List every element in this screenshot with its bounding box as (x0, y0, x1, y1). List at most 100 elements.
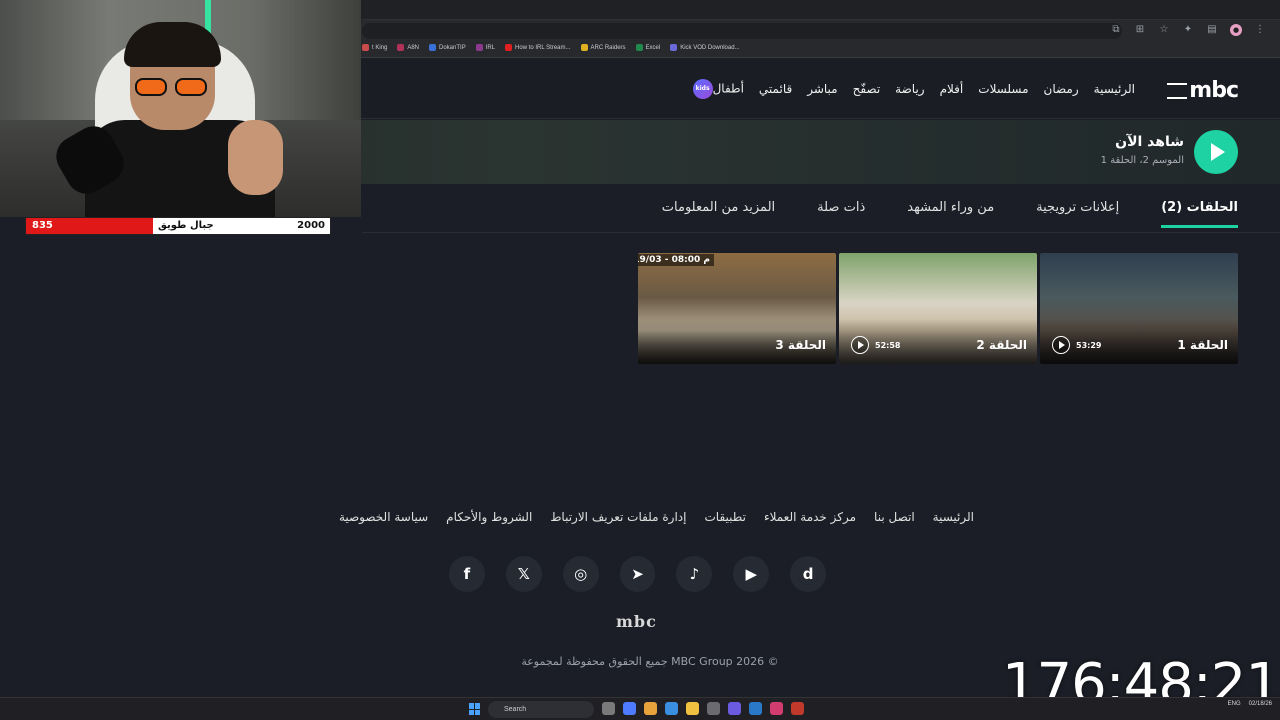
episode-duration: 53:29 (1076, 341, 1102, 350)
bookmark-favicon-icon (635, 44, 643, 51)
nav-series[interactable]: مسلسلات (978, 82, 1028, 96)
task-view-icon[interactable] (602, 702, 615, 715)
kids-badge: kids (692, 79, 713, 99)
play-now-button[interactable] (1194, 130, 1238, 174)
bookmark-label: IRL (485, 44, 496, 51)
menu-icon[interactable]: ⋮ (1254, 24, 1266, 36)
bookmark-favicon-icon (670, 44, 678, 51)
nav-kids[interactable]: kids أطفال (689, 79, 744, 99)
bookmark-item[interactable]: IRL (475, 44, 496, 51)
shahid-icon[interactable]: d (790, 556, 826, 592)
address-bar-field[interactable] (362, 23, 1122, 39)
sidebar-icon[interactable]: ▤ (1206, 24, 1218, 36)
episode-card-1[interactable]: الحلقة 1 53:29 (1040, 253, 1238, 364)
copilot-icon[interactable] (623, 702, 636, 715)
nav-live[interactable]: مباشر (807, 82, 837, 96)
goal-progress-bar: 835 جبال طويق 2000 (25, 217, 331, 235)
tab-more-info[interactable]: المزيد من المعلومات (662, 200, 775, 228)
bookmark-favicon-icon (505, 44, 513, 51)
footer-links: الرئيسية اتصل بنا مركز خدمة العملاء تطبي… (339, 510, 974, 524)
store-icon[interactable] (707, 702, 720, 715)
streamer-hand (228, 120, 283, 195)
streamer-hair (124, 22, 221, 67)
profile-avatar[interactable]: ● (1230, 24, 1242, 36)
nav-ramadan[interactable]: رمضان (1044, 82, 1079, 96)
obs-icon[interactable] (791, 702, 804, 715)
episode-duration: 52:58 (875, 341, 901, 350)
puzzle-icon[interactable]: ✦ (1182, 24, 1194, 36)
bookmark-label: Excel (645, 44, 661, 51)
play-icon[interactable] (851, 336, 869, 354)
mbc-logo[interactable]: mbc (1167, 78, 1239, 103)
file-explorer-icon[interactable] (686, 702, 699, 715)
tiktok-icon[interactable]: ♪ (676, 556, 713, 592)
bookmark-star-icon[interactable]: ☆ (1158, 24, 1170, 36)
tab-promos[interactable]: إعلانات ترويجية (1036, 200, 1119, 228)
watch-now-subtitle: الموسم 2، الحلقة 1 (1100, 155, 1184, 166)
bookmark-favicon-icon (429, 44, 437, 51)
chrome-icon[interactable] (644, 702, 657, 715)
youtube-icon[interactable]: ▶ (733, 556, 770, 592)
social-links: d ▶ ♪ ➤ ◎ 𝕏f (448, 556, 826, 592)
footer-link-home[interactable]: الرئيسية (933, 510, 974, 524)
bookmark-item[interactable]: Kick VOD Download... (670, 44, 740, 51)
nav-movies[interactable]: أفلام (940, 82, 964, 96)
bookmark-item[interactable]: Excel (635, 44, 661, 51)
bookmark-item[interactable]: t King (362, 44, 387, 51)
telegram-icon[interactable]: ➤ (619, 556, 656, 592)
goal-label: جبال طويق (158, 220, 214, 231)
logo-lines-icon (1167, 83, 1188, 99)
main-nav: الرئيسية رمضان مسلسلات أفلام رياضة تصفّح… (689, 79, 1135, 99)
episode-title: الحلقة 1 (1177, 338, 1228, 352)
app-icon[interactable] (770, 702, 783, 715)
play-icon[interactable] (1052, 336, 1070, 354)
bookmark-label: A8N (407, 44, 420, 51)
x-icon[interactable]: 𝕏 (505, 556, 542, 592)
tray-language[interactable]: ENG (1228, 701, 1241, 707)
install-icon[interactable]: ⊞ (1134, 24, 1146, 36)
tab-related[interactable]: ذات صلة (817, 200, 865, 228)
bookmark-item[interactable]: How to IRL Stream... (505, 44, 571, 51)
bookmark-item[interactable]: ARC Raiders (580, 44, 626, 51)
watch-now-title[interactable]: شاهد الآن (1115, 134, 1184, 150)
nav-home[interactable]: الرئيسية (1094, 82, 1135, 96)
nav-sports[interactable]: رياضة (895, 82, 924, 96)
system-tray: ENG 02/18/26 (1228, 701, 1272, 707)
taskbar-apps (602, 702, 804, 715)
nav-browse[interactable]: تصفّح (853, 82, 881, 96)
tray-date[interactable]: 02/18/26 (1249, 701, 1272, 707)
bookmark-label: DokanTIP (439, 44, 466, 51)
tab-behind-scenes[interactable]: من وراء المشهد (907, 200, 994, 228)
mail-icon[interactable] (665, 702, 678, 715)
bookmark-label: Kick VOD Download... (680, 44, 740, 51)
extensions-icon[interactable]: ⧉ (1110, 24, 1122, 36)
tab-episodes[interactable]: الحلقات (2) (1161, 200, 1238, 228)
bookmark-item[interactable]: DokanTIP (429, 44, 466, 51)
footer-link-cookies[interactable]: إدارة ملفات تعريف الارتباط (550, 510, 686, 524)
nav-kids-label: أطفال (712, 81, 744, 96)
footer-link-support[interactable]: مركز خدمة العملاء (764, 510, 856, 524)
footer-link-privacy[interactable]: سياسة الخصوصية (339, 510, 428, 524)
episode-title: الحلقة 3 (775, 338, 826, 352)
facebook-icon[interactable]: f (448, 556, 485, 592)
goal-target-value: 2000 (297, 220, 325, 231)
taskbar-search[interactable]: Search (488, 701, 594, 718)
tabs-divider (362, 232, 1280, 233)
windows-start-icon[interactable] (469, 703, 481, 715)
episode-card-3[interactable]: 19/03 - 08:00 م الحلقة 3 (638, 253, 836, 364)
logo-text: mbc (1189, 78, 1239, 103)
episode-air-date: 19/03 - 08:00 م (638, 254, 714, 266)
episode-title: الحلقة 2 (976, 338, 1027, 352)
episode-list: الحلقة 1 53:29 الحلقة 2 52:58 19/03 - 08… (638, 253, 1238, 364)
nav-my-list[interactable]: قائمتي (759, 82, 792, 96)
bookmark-label: How to IRL Stream... (515, 44, 571, 51)
footer-link-contact[interactable]: اتصل بنا (874, 510, 915, 524)
steam-icon[interactable] (749, 702, 762, 715)
episode-card-2[interactable]: الحلقة 2 52:58 (839, 253, 1037, 364)
discord-icon[interactable] (728, 702, 741, 715)
footer-link-apps[interactable]: تطبيقات (704, 510, 745, 524)
footer-link-terms[interactable]: الشروط والأحكام (446, 510, 532, 524)
instagram-icon[interactable]: ◎ (562, 556, 599, 592)
bookmark-item[interactable]: A8N (397, 44, 419, 51)
orange-glasses (135, 78, 210, 98)
